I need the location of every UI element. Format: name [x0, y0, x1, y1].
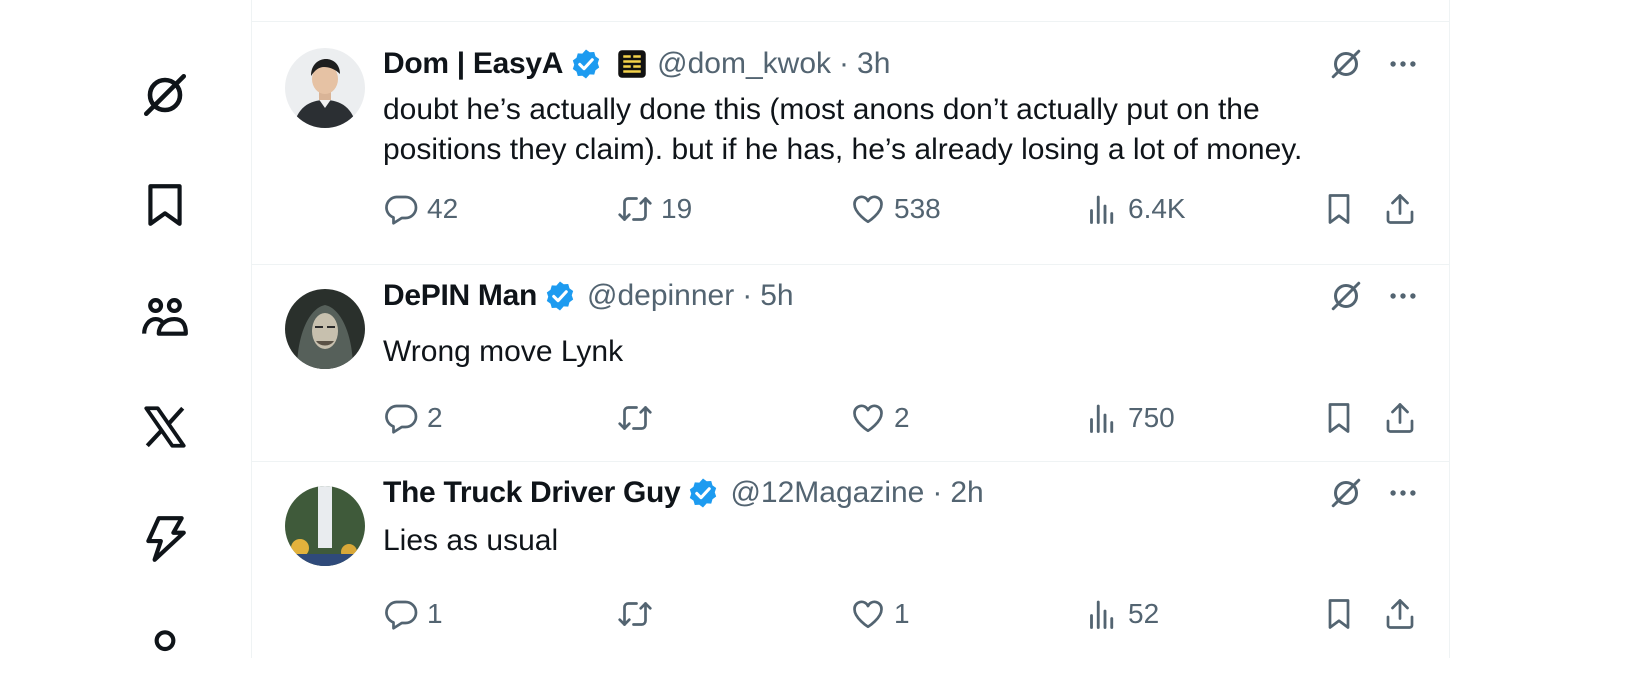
reply-count: 2: [427, 402, 443, 433]
grok-icon: [1331, 281, 1361, 311]
communities-icon[interactable]: [134, 286, 196, 348]
views-count: 750: [1128, 402, 1175, 433]
reply-feed: Dom | EasyA @dom_kwok · 3h doubt he’s ac…: [251, 0, 1450, 658]
like-count: 538: [894, 193, 941, 224]
post-header: DePIN Man @depinner · 5h: [383, 276, 794, 316]
post[interactable]: DePIN Man @depinner · 5h Wrong move Lynk…: [252, 265, 1449, 462]
more-horizontal-icon: [1390, 490, 1416, 496]
author-handle[interactable]: @depinner: [587, 279, 734, 313]
separator-dot: ·: [839, 47, 850, 80]
grok-explain-button[interactable]: [1325, 472, 1367, 514]
reply-button[interactable]: 42: [383, 189, 458, 229]
share-icon: [1386, 403, 1414, 433]
avatar[interactable]: [285, 486, 365, 566]
repost-count: 19: [661, 193, 693, 224]
bookmark-icon[interactable]: [134, 174, 196, 236]
post-text-line: Wrong move Lynk: [383, 335, 624, 368]
share-icon: [1386, 194, 1414, 224]
bookmark-button[interactable]: [1321, 398, 1357, 438]
repost-icon: [618, 406, 652, 430]
verified-badge-icon[interactable]: [569, 47, 603, 81]
views-button[interactable]: 750: [1084, 398, 1175, 438]
views-icon: [1090, 404, 1114, 433]
more-options-button[interactable]: [1382, 275, 1424, 317]
heart-icon: [853, 600, 883, 629]
bookmark-button[interactable]: [1321, 189, 1357, 229]
separator-dot: ·: [932, 476, 943, 509]
x-premium-icon[interactable]: [134, 396, 196, 458]
post-text: Wrong move Lynk: [383, 332, 623, 372]
bookmark-icon: [1328, 403, 1350, 433]
profile-icon[interactable]: [134, 618, 196, 680]
author-handle[interactable]: @dom_kwok: [657, 47, 831, 81]
repost-button[interactable]: [617, 594, 661, 634]
avatar[interactable]: [285, 289, 365, 369]
share-button[interactable]: [1382, 398, 1418, 438]
affiliate-badge-icon[interactable]: [617, 49, 647, 79]
post-text-line: positions they claim). but if he has, he…: [383, 133, 1303, 166]
reply-icon: [385, 600, 418, 630]
views-button[interactable]: 6.4K: [1084, 189, 1186, 229]
grok-explain-button[interactable]: [1325, 275, 1367, 317]
like-button[interactable]: 2: [850, 398, 910, 438]
repost-icon: [618, 602, 652, 626]
grok-icon[interactable]: [134, 64, 196, 126]
verified-badge-icon[interactable]: [543, 279, 577, 313]
more-options-button[interactable]: [1382, 472, 1424, 514]
author-handle[interactable]: @12Magazine: [730, 476, 924, 510]
post-text: Lies as usual: [383, 521, 558, 561]
bookmark-icon: [1328, 194, 1350, 224]
heart-icon: [853, 404, 883, 433]
like-count: 1: [894, 598, 910, 629]
repost-button[interactable]: [617, 398, 661, 438]
post-text-line: doubt he’s actually done this (most anon…: [383, 93, 1260, 126]
separator-dot: ·: [742, 279, 753, 312]
like-count: 2: [894, 402, 910, 433]
share-button[interactable]: [1382, 189, 1418, 229]
like-button[interactable]: 538: [850, 189, 941, 229]
verified-orgs-icon[interactable]: [134, 508, 196, 570]
bookmark-button[interactable]: [1321, 594, 1357, 634]
post-timestamp[interactable]: 3h: [857, 47, 890, 81]
post[interactable]: Dom | EasyA @dom_kwok · 3h doubt he’s ac…: [252, 22, 1449, 265]
post-text: doubt he’s actually done this (most anon…: [383, 90, 1302, 170]
post-header: Dom | EasyA @dom_kwok · 3h: [383, 44, 890, 84]
grok-explain-button[interactable]: [1325, 43, 1367, 85]
grok-icon: [1331, 478, 1361, 508]
more-options-button[interactable]: [1382, 43, 1424, 85]
heart-icon: [853, 195, 883, 224]
verified-badge-icon[interactable]: [686, 476, 720, 510]
reply-button[interactable]: 2: [383, 398, 443, 438]
repost-button[interactable]: 19: [617, 189, 692, 229]
post-header: The Truck Driver Guy @12Magazine · 2h: [383, 473, 984, 513]
reply-icon: [385, 195, 418, 225]
author-name[interactable]: Dom | EasyA: [383, 47, 563, 81]
author-name[interactable]: The Truck Driver Guy: [383, 476, 681, 510]
share-button[interactable]: [1382, 594, 1418, 634]
more-horizontal-icon: [1390, 61, 1416, 67]
sidebar-nav: [0, 0, 252, 658]
grok-icon: [1331, 49, 1361, 79]
reply-count: 42: [427, 193, 459, 224]
views-count: 6.4K: [1128, 193, 1186, 224]
views-button[interactable]: 52: [1084, 594, 1159, 634]
reply-count: 1: [427, 598, 443, 629]
like-button[interactable]: 1: [850, 594, 910, 634]
post[interactable]: The Truck Driver Guy @12Magazine · 2h Li…: [252, 462, 1449, 658]
share-icon: [1386, 599, 1414, 629]
views-icon: [1090, 195, 1114, 224]
reply-button[interactable]: 1: [383, 594, 443, 634]
post-text-line: Lies as usual: [383, 524, 559, 557]
views-count: 52: [1128, 598, 1160, 629]
more-horizontal-icon: [1390, 293, 1416, 299]
avatar[interactable]: [285, 48, 365, 128]
author-name[interactable]: DePIN Man: [383, 279, 537, 313]
bookmark-icon: [1328, 599, 1350, 629]
views-icon: [1090, 600, 1114, 629]
reply-icon: [385, 404, 418, 434]
post-timestamp[interactable]: 2h: [950, 476, 983, 510]
post-timestamp[interactable]: 5h: [760, 279, 793, 313]
repost-icon: [618, 197, 652, 221]
